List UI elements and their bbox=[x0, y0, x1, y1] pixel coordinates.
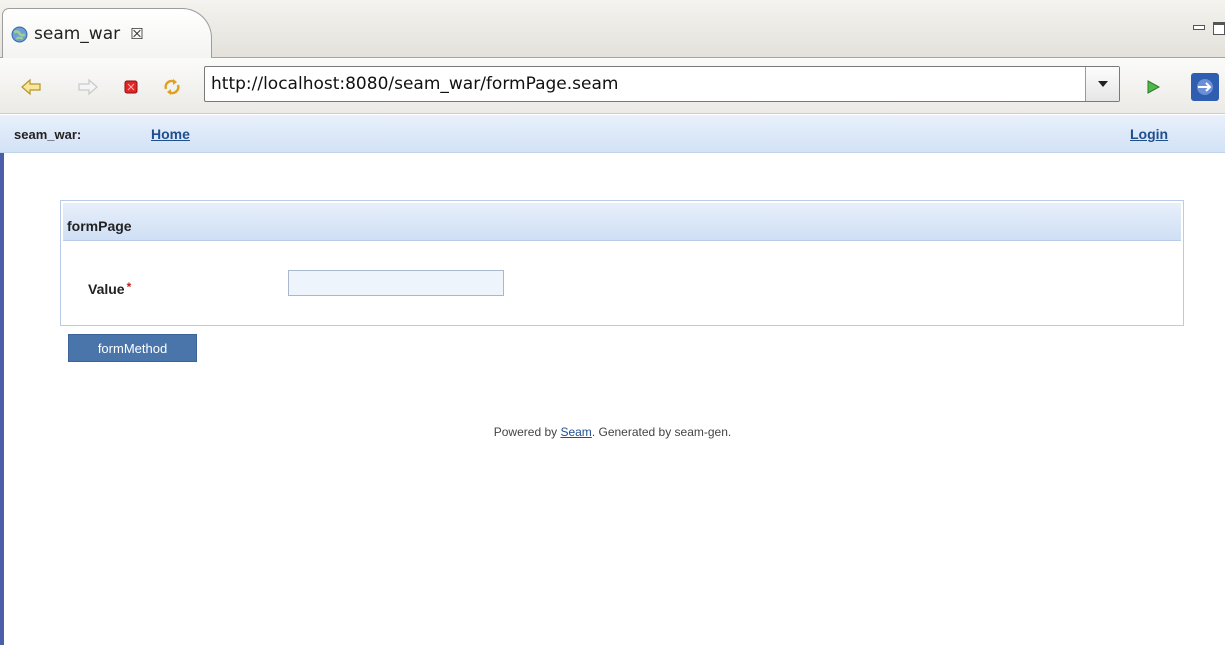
seam-link[interactable]: Seam bbox=[560, 425, 591, 439]
value-label-text: Value bbox=[88, 281, 125, 297]
browser-toolbar: http://localhost:8080/seam_war/formPage.… bbox=[0, 58, 1225, 114]
url-text: http://localhost:8080/seam_war/formPage.… bbox=[211, 74, 619, 94]
panel-title: formPage bbox=[67, 218, 132, 234]
left-edge-bar bbox=[0, 153, 4, 645]
refresh-icon[interactable] bbox=[161, 76, 183, 98]
maximize-icon[interactable] bbox=[1213, 22, 1225, 35]
tab-title: seam_war bbox=[34, 24, 121, 44]
value-input[interactable] bbox=[288, 270, 504, 296]
home-link[interactable]: Home bbox=[151, 126, 190, 142]
url-field[interactable]: http://localhost:8080/seam_war/formPage.… bbox=[204, 66, 1120, 102]
go-icon[interactable] bbox=[1142, 76, 1164, 98]
panel-header: formPage bbox=[63, 203, 1181, 241]
form-panel: formPage Value * bbox=[60, 200, 1184, 326]
back-arrow-icon[interactable] bbox=[20, 76, 42, 98]
editor-tab-bar: seam_war ☒ bbox=[0, 0, 1225, 59]
required-marker: * bbox=[126, 280, 132, 294]
login-link[interactable]: Login bbox=[1130, 126, 1168, 142]
footer-prefix: Powered by bbox=[493, 425, 561, 439]
stop-icon[interactable] bbox=[120, 76, 142, 98]
external-browser-icon[interactable] bbox=[1190, 72, 1220, 102]
page-nav-bar: seam_war: Home Login bbox=[0, 115, 1225, 153]
value-label: Value * bbox=[88, 280, 132, 297]
minimize-icon[interactable] bbox=[1193, 25, 1205, 30]
page-footer: Powered by Seam. Generated by seam-gen. bbox=[0, 425, 1225, 439]
form-method-button[interactable]: formMethod bbox=[68, 334, 197, 362]
globe-icon bbox=[11, 26, 28, 42]
window-controls bbox=[1193, 22, 1225, 35]
close-tab-icon[interactable]: ☒ bbox=[130, 25, 143, 43]
editor-tab[interactable]: seam_war ☒ bbox=[2, 8, 212, 59]
forward-arrow-icon[interactable] bbox=[77, 76, 99, 98]
dropdown-icon[interactable] bbox=[1085, 67, 1119, 101]
footer-suffix: . Generated by seam-gen. bbox=[591, 425, 732, 439]
app-brand: seam_war: bbox=[14, 127, 82, 142]
